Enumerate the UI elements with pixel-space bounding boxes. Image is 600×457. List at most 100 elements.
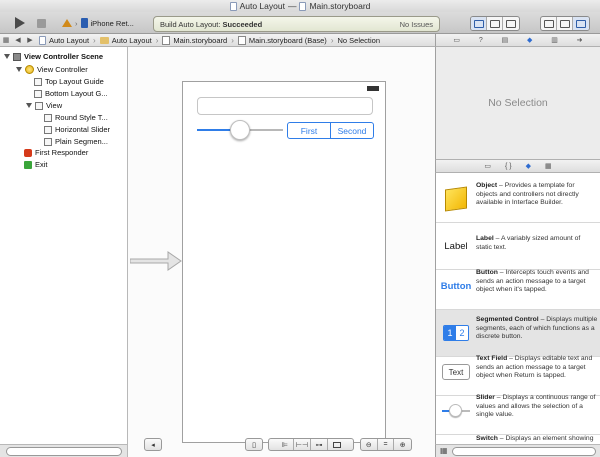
outline-toggle-icon: ◂ <box>151 441 155 449</box>
outline-item-label: Exit <box>35 160 48 169</box>
identity-inspector-icon[interactable]: ▤ <box>502 36 509 44</box>
outline-item-bottom-layout-guide[interactable]: Bottom Layout G... <box>34 88 108 99</box>
storyboard-canvas[interactable]: First Second ◂ ▯ ⊫ ⊢⊣ ⊶ ⊖ = ⊕ <box>128 47 435 457</box>
attributes-inspector-icon[interactable]: ◆ <box>527 36 532 44</box>
outline-toggle-button[interactable]: ◂ <box>144 438 162 451</box>
debug-panel-icon <box>559 19 570 28</box>
view-icon <box>35 101 43 110</box>
navigator-toggle-button[interactable] <box>541 17 557 30</box>
window-project-name: Auto Layout <box>239 1 285 11</box>
zoom-in-button[interactable]: ⊕ <box>394 439 411 450</box>
exit-icon <box>24 160 32 169</box>
scheme-selector[interactable]: › iPhone Ret... <box>62 16 134 30</box>
file-template-library-icon[interactable]: ▭ <box>484 162 491 170</box>
breadcrumb-file-label: Main.storyboard <box>173 35 228 45</box>
library-item-button[interactable]: Button Button – Intercepts touch events … <box>436 263 600 310</box>
outline-item-text-field[interactable]: Round Style T... <box>44 112 108 123</box>
library-filter-bar: ▦ <box>435 444 600 457</box>
library-item-title: Label <box>476 235 494 242</box>
back-arrow-icon[interactable]: ◀ <box>12 34 24 47</box>
breadcrumb-selection[interactable]: No Selection <box>334 36 383 45</box>
breadcrumb-group-label: Auto Layout <box>111 35 152 45</box>
scheme-destination-label: iPhone Ret... <box>90 18 134 28</box>
resolve-issues-button[interactable]: ⊶ <box>311 439 328 450</box>
first-responder-icon <box>24 148 32 157</box>
media-library-icon[interactable]: ▦ <box>545 162 552 170</box>
navigator-panel-icon <box>543 19 554 28</box>
related-items-icon[interactable]: ▦ <box>0 34 12 47</box>
size-class-button[interactable]: ▯ <box>245 438 263 451</box>
breadcrumb-project[interactable]: Auto Layout <box>36 35 92 45</box>
assistant-editor-button[interactable] <box>487 17 503 30</box>
outline-item-exit[interactable]: Exit <box>24 159 48 170</box>
slider-thumb[interactable] <box>230 120 250 140</box>
segmented-control-icon <box>44 137 52 146</box>
library-item-title: Switch <box>476 435 498 442</box>
forward-arrow-icon[interactable]: ▶ <box>24 34 36 47</box>
disclosure-triangle-icon[interactable] <box>4 54 10 59</box>
size-inspector-icon[interactable]: ▥ <box>551 36 558 44</box>
file-inspector-icon[interactable]: ▭ <box>453 36 460 44</box>
plain-segmented-control[interactable]: First Second <box>287 122 374 139</box>
initial-scene-arrow-icon <box>130 251 182 271</box>
resizing-behavior-button[interactable] <box>328 439 345 450</box>
attributes-inspector: No Selection <box>435 47 600 159</box>
outline-item-slider[interactable]: Horizontal Slider <box>44 124 110 135</box>
disclosure-triangle-icon[interactable] <box>16 67 22 72</box>
outline-item-segmented-control[interactable]: Plain Segmen... <box>44 136 108 147</box>
zoom-actual-button[interactable]: = <box>378 439 395 450</box>
text-field-icon: Text <box>441 361 471 383</box>
layout-guide-icon <box>34 89 42 98</box>
outline-item-view-controller[interactable]: View Controller <box>16 64 88 75</box>
library-item-object[interactable]: Object – Provides a template for objects… <box>436 176 600 223</box>
canvas-bottom-bar: ◂ ▯ ⊫ ⊢⊣ ⊶ ⊖ = ⊕ <box>128 433 435 457</box>
outline-item-first-responder[interactable]: First Responder <box>24 147 88 158</box>
view-controller-scene[interactable]: First Second <box>182 81 386 443</box>
resize-icon <box>332 441 341 448</box>
library-item-title: Segmented Control <box>476 316 539 323</box>
zoom-out-button[interactable]: ⊖ <box>361 439 378 450</box>
utilities-toggle-button[interactable] <box>573 17 589 30</box>
code-snippet-library-icon[interactable]: { } <box>505 163 512 170</box>
breadcrumb-group[interactable]: Auto Layout <box>97 36 155 45</box>
window-file-name: Main.storyboard <box>309 1 371 11</box>
segmented-control-icon: 12 <box>441 322 471 344</box>
issues-count[interactable]: No Issues <box>400 20 433 29</box>
version-editor-button[interactable] <box>503 17 519 30</box>
library-view-mode-icon[interactable]: ▦ <box>440 446 448 455</box>
breadcrumb-localization[interactable]: Main.storyboard (Base) <box>235 35 330 45</box>
outline-item-label: View Controller <box>37 65 88 74</box>
outline-item-label: View <box>46 101 63 110</box>
object-library-icon[interactable]: ◆ <box>526 162 531 170</box>
outline-item-label: View Controller Scene <box>24 52 104 61</box>
outline-item-view[interactable]: View <box>26 100 62 111</box>
quick-help-icon[interactable]: ? <box>479 37 483 44</box>
outline-filter-field[interactable] <box>6 447 122 456</box>
library-item-switch[interactable]: Switch – Displays an element showing the… <box>436 429 600 444</box>
stop-button[interactable] <box>34 15 48 31</box>
activity-prefix: Build Auto Layout: <box>160 19 223 29</box>
run-button[interactable] <box>12 15 28 31</box>
pin-button[interactable]: ⊢⊣ <box>294 439 311 450</box>
debug-area-toggle-button[interactable] <box>557 17 573 30</box>
activity-viewer: Build Auto Layout: Succeeded No Issues <box>153 16 440 32</box>
round-style-text-field[interactable] <box>197 97 373 115</box>
standard-editor-button[interactable] <box>471 17 487 30</box>
align-button[interactable]: ⊫ <box>277 439 294 450</box>
scene-icon <box>13 52 21 61</box>
segment-first[interactable]: First <box>288 123 331 138</box>
horizontal-slider[interactable] <box>197 120 283 140</box>
breadcrumb-file[interactable]: Main.storyboard <box>159 35 230 45</box>
connections-inspector-icon[interactable]: ➜ <box>577 36 583 44</box>
window-title-bar: Auto Layout — Main.storyboard <box>0 0 600 12</box>
library-item-slider[interactable]: Slider – Displays a continuous range of … <box>436 388 600 435</box>
activity-status: Build Auto Layout: Succeeded <box>160 20 262 29</box>
library-filter-field[interactable] <box>452 447 596 456</box>
outline-item-scene[interactable]: View Controller Scene <box>4 51 103 62</box>
segment-second[interactable]: Second <box>331 123 373 138</box>
inspector-empty-text: No Selection <box>488 97 548 109</box>
outline-item-top-layout-guide[interactable]: Top Layout Guide <box>34 76 104 87</box>
library-item-title: Button <box>476 269 498 276</box>
storyboard-icon <box>237 35 246 45</box>
disclosure-triangle-icon[interactable] <box>26 103 32 108</box>
